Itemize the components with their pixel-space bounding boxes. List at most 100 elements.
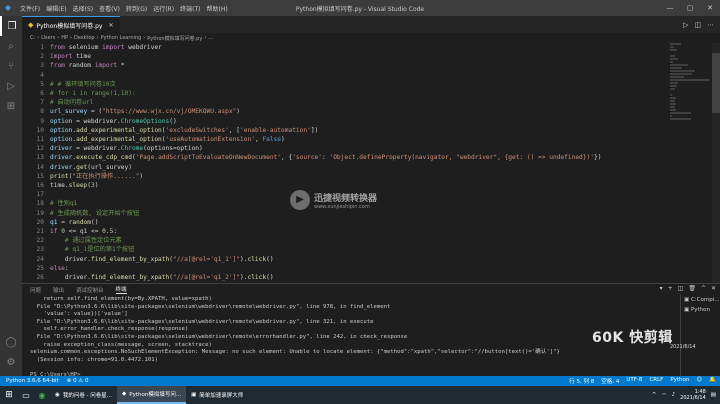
- network-icon[interactable]: ⌔: [661, 392, 666, 399]
- code-line[interactable]: 24 driver.find_element_by_xpath("//a[@re…: [22, 255, 672, 264]
- code-line[interactable]: 14 driver.get(url_survey): [22, 163, 672, 172]
- minimize-icon[interactable]: —: [660, 0, 680, 16]
- breadcrumb-item[interactable]: Python Learning: [101, 35, 142, 41]
- status-item[interactable]: Python 3.6.6 64-bit: [6, 378, 59, 384]
- code-line[interactable]: 16 time.sleep(3): [22, 181, 672, 190]
- terminal-line: File "D:\Python3.6.6\lib\site-packages\s…: [30, 333, 408, 340]
- code-line[interactable]: 15 print("正在执行操作......"): [22, 172, 672, 181]
- search-icon[interactable]: ⌕: [0, 36, 22, 56]
- minimap[interactable]: [670, 43, 710, 213]
- code-line[interactable]: 13 driver.execute_cdp_cmd('Page.addScript…: [22, 153, 672, 162]
- menu-item[interactable]: 运行(R): [150, 4, 177, 13]
- terminal-output[interactable]: return self.find_element(by=By.XPATH, va…: [30, 296, 670, 380]
- close-window-icon[interactable]: ✕: [700, 0, 720, 16]
- kill-terminal-icon[interactable]: 🗑: [688, 285, 696, 292]
- status-item[interactable]: ☺: [696, 377, 702, 385]
- breadcrumb-item[interactable]: HP: [61, 35, 68, 41]
- line-number: 12: [36, 145, 44, 153]
- code-line[interactable]: 7 # 启动问卷url: [22, 98, 672, 107]
- code-line[interactable]: 11 option.add_experimental_option('useAut…: [22, 135, 672, 144]
- tab-python-file[interactable]: ◆ Python模拟填写问卷.py ✕: [22, 16, 120, 33]
- panel-tab[interactable]: 调试控制台: [76, 286, 104, 294]
- taskbar-app[interactable]: ◉ 我的问卷 - 问卷星...: [50, 386, 117, 404]
- menu-item[interactable]: 编辑(E): [43, 4, 69, 13]
- code-line[interactable]: 20 q1 = random(): [22, 218, 672, 227]
- menu-item[interactable]: 查看(V): [96, 4, 123, 13]
- maximize-icon[interactable]: ▢: [680, 0, 700, 16]
- split-terminal-icon[interactable]: ◫: [678, 285, 684, 292]
- menu-item[interactable]: 转到(G): [123, 4, 150, 13]
- new-terminal-icon[interactable]: +: [668, 285, 673, 292]
- run-file-icon[interactable]: ▷: [683, 21, 688, 29]
- menu-item[interactable]: 选择(S): [70, 4, 97, 13]
- code-token: time: [76, 53, 91, 61]
- editor-scrollbar[interactable]: [712, 43, 720, 283]
- breadcrumb-item[interactable]: Python模拟填写问卷.py: [147, 35, 202, 42]
- terminal-select-icon[interactable]: ▾: [660, 285, 663, 292]
- menu-item[interactable]: 帮助(H): [203, 4, 230, 13]
- code-line[interactable]: 2 import time: [22, 52, 672, 61]
- status-item[interactable]: 🔔: [709, 377, 716, 385]
- account-icon[interactable]: ◯: [0, 332, 22, 352]
- volume-icon[interactable]: ♪: [672, 392, 676, 398]
- clock[interactable]: 1:48 2021/6/14: [680, 389, 706, 401]
- code-line[interactable]: 6 # for i in range(1,10):: [22, 89, 672, 98]
- code-line[interactable]: 26 driver.find_element_by_xpath("//a[@re…: [22, 273, 672, 282]
- code-editor[interactable]: 1 from selenium import webdriver 2 import t…: [22, 43, 720, 283]
- taskbar-app[interactable]: ▣ 简单加速录屏大师: [186, 386, 248, 404]
- terminal-line: self.error_handler.check_response(respon…: [30, 326, 189, 333]
- code-line[interactable]: 9 option = webdriver.ChromeOptions(): [22, 117, 672, 126]
- status-item[interactable]: UTF-8: [626, 377, 642, 385]
- status-item[interactable]: CRLF: [649, 377, 663, 385]
- line-number: 16: [36, 182, 44, 189]
- code-line[interactable]: 1 from selenium import webdriver: [22, 43, 672, 52]
- task-view-icon[interactable]: ▭: [18, 386, 34, 404]
- menu-item[interactable]: 终端(T): [177, 4, 203, 13]
- more-actions-icon[interactable]: ⋯: [707, 21, 714, 29]
- panel-tab[interactable]: 终端: [115, 285, 127, 294]
- code-line[interactable]: 25 else:: [22, 264, 672, 273]
- code-line[interactable]: 22 # 通过属性定位元素: [22, 236, 672, 245]
- status-item[interactable]: 行 5, 列 8: [569, 377, 594, 385]
- minimap-line: [670, 94, 673, 96]
- notification-icon[interactable]: ▤: [711, 392, 716, 398]
- status-item[interactable]: ⊗ 0 ⚠ 0: [67, 378, 89, 384]
- code-token: 'source': [292, 154, 323, 162]
- settings-gear-icon[interactable]: ⚙: [0, 352, 22, 372]
- breadcrumb-item[interactable]: Desktop: [74, 35, 95, 41]
- code-text: print("正在执行操作......"): [50, 172, 143, 181]
- browser-icon[interactable]: ◉: [34, 386, 50, 404]
- tray-chevron-icon[interactable]: ^: [652, 392, 657, 398]
- code-line[interactable]: 5 # # 循环填写问卷10次: [22, 80, 672, 89]
- taskbar-app[interactable]: ◆ Python模拟填写问...: [117, 386, 187, 404]
- code-line[interactable]: 12 driver = webdriver.Chrome(options=opti…: [22, 144, 672, 153]
- status-item[interactable]: Python: [670, 377, 689, 385]
- code-token: # 启动问卷url: [50, 99, 94, 107]
- code-line[interactable]: 4: [22, 71, 672, 80]
- run-debug-icon[interactable]: ▷: [0, 76, 22, 96]
- code-line[interactable]: 3 from random import *: [22, 61, 672, 70]
- panel-tab[interactable]: 输出: [53, 286, 64, 294]
- source-control-icon[interactable]: ⑂: [0, 56, 22, 76]
- code-line[interactable]: 23 # q1_1是位的第1个按钮: [22, 245, 672, 254]
- minimap-line: [670, 97, 676, 99]
- breadcrumb-item[interactable]: ...: [208, 35, 213, 41]
- panel-tab[interactable]: 问题: [30, 286, 41, 294]
- code-token: (): [169, 117, 177, 125]
- breadcrumb-item[interactable]: C:: [30, 35, 35, 41]
- terminal-list-item[interactable]: ▣ Python: [684, 305, 720, 315]
- code-line[interactable]: 21 if 0 <= q1 <= 0.5:: [22, 227, 672, 236]
- close-panel-icon[interactable]: ✕: [711, 285, 716, 292]
- extensions-icon[interactable]: ⊞: [0, 96, 22, 116]
- explorer-icon[interactable]: ❐: [0, 16, 22, 36]
- windows-start-icon[interactable]: ⊞: [0, 386, 18, 404]
- breadcrumb-item[interactable]: Users: [41, 35, 55, 41]
- terminal-list-item[interactable]: ▣ C:Compi...: [684, 295, 720, 305]
- menu-item[interactable]: 文件(F): [17, 4, 43, 13]
- split-editor-icon[interactable]: ◫: [694, 21, 701, 29]
- status-item[interactable]: 空格: 4: [601, 377, 619, 385]
- close-tab-icon[interactable]: ✕: [108, 22, 113, 29]
- code-line[interactable]: 8 url_survey = ("https://www.wjx.cn/vj/OM…: [22, 107, 672, 116]
- maximize-panel-icon[interactable]: ^: [701, 285, 706, 292]
- code-line[interactable]: 10 option.add_experimental_option('exclud…: [22, 126, 672, 135]
